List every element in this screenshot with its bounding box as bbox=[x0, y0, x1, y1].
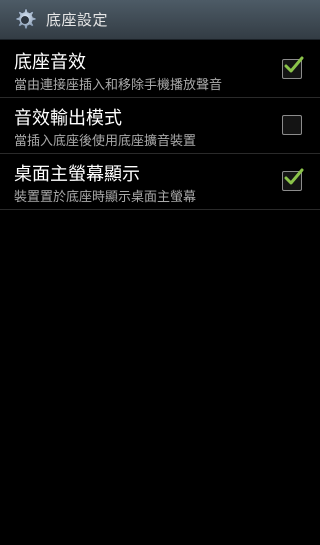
page-title: 底座設定 bbox=[46, 11, 109, 29]
settings-list: 底座音效 當由連接座插入和移除手機播放聲音 音效輸出模式 當插入底座後使用底座擴… bbox=[0, 42, 320, 210]
setting-title: 桌面主螢幕顯示 bbox=[14, 164, 140, 185]
audio-output-mode-checkbox[interactable] bbox=[282, 115, 302, 135]
setting-title: 音效輸出模式 bbox=[14, 108, 122, 129]
setting-summary: 裝置置於底座時顯示桌面主螢幕 bbox=[14, 190, 197, 205]
setting-title: 底座音效 bbox=[14, 52, 86, 73]
gear-icon[interactable] bbox=[12, 7, 38, 33]
setting-summary: 當由連接座插入和移除手機播放聲音 bbox=[14, 78, 223, 93]
setting-home-screen-display[interactable]: 桌面主螢幕顯示 裝置置於底座時顯示桌面主螢幕 bbox=[0, 154, 320, 210]
home-screen-display-checkbox[interactable] bbox=[282, 168, 304, 191]
check-mark-icon bbox=[284, 168, 304, 185]
action-bar: 底座設定 bbox=[0, 0, 320, 40]
setting-dock-sound[interactable]: 底座音效 當由連接座插入和移除手機播放聲音 bbox=[0, 42, 320, 98]
dock-sound-checkbox[interactable] bbox=[282, 56, 304, 79]
setting-audio-output-mode[interactable]: 音效輸出模式 當插入底座後使用底座擴音裝置 bbox=[0, 98, 320, 154]
check-mark-icon bbox=[284, 56, 304, 73]
setting-summary: 當插入底座後使用底座擴音裝置 bbox=[14, 134, 197, 149]
